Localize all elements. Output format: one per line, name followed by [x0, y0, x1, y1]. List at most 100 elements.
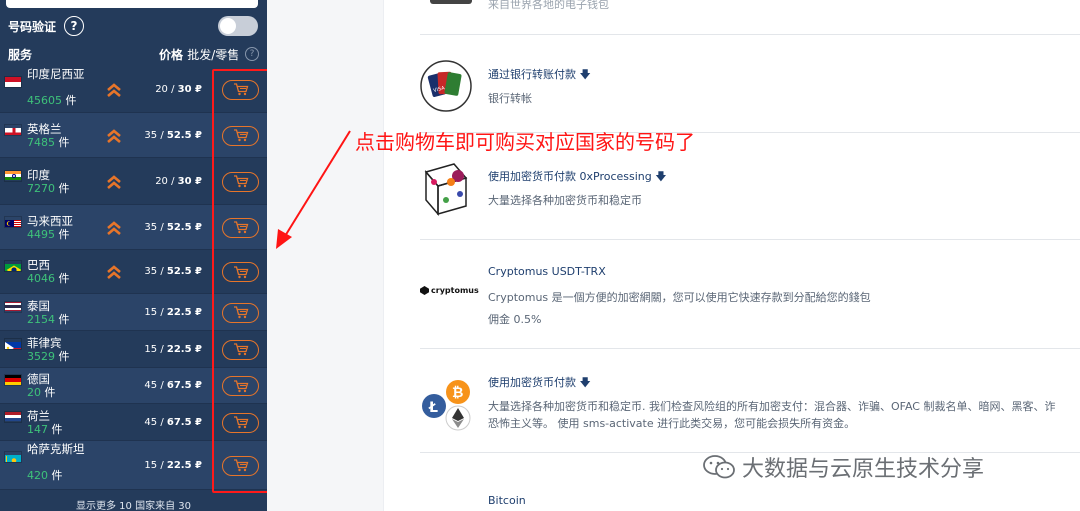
header-price-sub: 批发/零售 — [187, 48, 240, 62]
country-name: 菲律宾 — [27, 335, 62, 350]
price-retail: 52.5 ₽ — [166, 266, 202, 277]
bitcoin-payment-item[interactable]: Bitcoin — [420, 494, 1080, 511]
show-more-link[interactable]: 显示更多 10 国家来自 30 — [0, 497, 267, 511]
cryptomus-logo: cryptomus — [420, 286, 479, 295]
country-price: 20 / 30 ₽ — [140, 176, 202, 187]
count-number: 3529 — [27, 349, 55, 363]
country-row[interactable]: 哈萨克斯坦 420 件 15 / 22.5 ₽ — [0, 441, 267, 490]
oxprocessing-payment-item[interactable]: 使用加密货币付款 0xProcessing 🡇 大量选择各种加密货币和稳定币 — [420, 156, 1080, 220]
country-count: 4495 件 — [27, 228, 70, 241]
country-name: 哈萨克斯坦 — [27, 442, 85, 456]
svg-text:₿: ₿ — [452, 385, 463, 401]
crypto-coins-icon: ₿ Ł — [422, 380, 471, 431]
country-row[interactable]: 菲律宾 3529 件 15 / 22.5 ₽ — [0, 331, 267, 368]
double-chevron-up-icon — [106, 220, 122, 236]
help-icon[interactable]: ? — [64, 16, 85, 36]
flag-indonesia-icon — [4, 76, 22, 88]
count-unit: 件 — [55, 227, 70, 241]
country-row[interactable]: 德国 20 件 45 / 67.5 ₽ — [0, 368, 267, 404]
price-wholesale: 15 / — [144, 306, 167, 318]
country-price: 45 / 67.5 ₽ — [140, 417, 202, 428]
cryptomus-sub: Cryptomus 是一個方便的加密網關，您可以使用它快速存款到分配給您的錢包 — [488, 291, 871, 304]
flag-malaysia-icon — [4, 215, 22, 228]
shopping-cart-icon — [233, 83, 248, 96]
flag-philippines-icon — [4, 337, 22, 350]
divider — [420, 34, 1080, 35]
shopping-cart-icon — [233, 459, 248, 472]
price-help-icon[interactable]: ? — [245, 47, 259, 61]
bank-transfer-title-text: 通过银行转账付款 — [488, 68, 576, 81]
number-verify-row: 号码验证 ? — [8, 14, 260, 38]
buy-cart-button[interactable] — [222, 412, 259, 433]
count-number: 4495 — [27, 227, 55, 241]
buy-cart-button[interactable] — [222, 171, 259, 192]
flag-kazakhstan-icon — [4, 451, 22, 463]
oxprocessing-title-text: 使用加密货币付款 0xProcessing — [488, 170, 652, 183]
count-number: 147 — [27, 422, 48, 436]
country-price: 15 / 22.5 ₽ — [140, 460, 202, 471]
country-name: 德国 — [27, 372, 50, 386]
country-name: 印度尼西亚 — [27, 67, 85, 81]
country-price: 35 / 52.5 ₽ — [140, 130, 202, 141]
country-row[interactable]: 印度尼西亚 45605 件 20 / 30 ₽ — [0, 66, 267, 113]
buy-cart-button[interactable] — [222, 217, 259, 238]
double-chevron-up-icon — [106, 128, 122, 144]
count-number: 7485 — [27, 135, 55, 149]
country-row[interactable]: 英格兰 7485 件 35 / 52.5 ₽ — [0, 113, 267, 158]
country-price: 15 / 22.5 ₽ — [140, 307, 202, 318]
country-price: 15 / 22.5 ₽ — [140, 344, 202, 355]
buy-cart-button[interactable] — [222, 376, 259, 396]
price-retail: 67.5 ₽ — [166, 380, 202, 391]
divider — [420, 239, 1080, 240]
country-count: 7485 件 — [27, 136, 70, 149]
buy-cart-button[interactable] — [222, 339, 259, 360]
number-verify-toggle[interactable] — [218, 16, 258, 36]
country-name: 马来西亚 — [27, 213, 73, 228]
header-price-label: 价格 — [159, 48, 184, 62]
country-row[interactable]: 马来西亚 4495 件 35 / 52.5 ₽ — [0, 205, 267, 250]
ewallet-payment-item[interactable]: 来自世界各地的电子钱包 — [420, 0, 1080, 16]
header-service: 服务 — [8, 48, 33, 62]
ewallet-sub: 来自世界各地的电子钱包 — [488, 0, 609, 11]
search-input[interactable] — [6, 0, 258, 8]
country-name: 英格兰 — [27, 121, 62, 136]
country-price: 20 / 30 ₽ — [140, 84, 202, 95]
shopping-cart-icon — [233, 379, 248, 392]
flag-india-icon — [4, 169, 22, 182]
flag-thailand-icon — [4, 300, 22, 313]
price-wholesale: 15 / — [144, 343, 167, 355]
country-row[interactable]: 荷兰 147 件 45 / 67.5 ₽ — [0, 404, 267, 441]
cryptomus-payment-item[interactable]: cryptomus Cryptomus USDT-TRX Cryptomus 是… — [420, 262, 1080, 332]
header-price: 价格 批发/零售 — [159, 46, 239, 63]
payment-methods-panel: 来自世界各地的电子钱包 VISA 通过银行转账付款 🡇 银行转帐 使用加密货币付… — [267, 0, 1080, 511]
count-unit: 件 — [55, 135, 70, 149]
toggle-knob — [220, 18, 236, 34]
price-wholesale: 20 / — [155, 175, 178, 187]
buy-cart-button[interactable] — [222, 302, 259, 323]
download-arrow-icon: 🡇 — [579, 68, 591, 81]
shopping-cart-icon — [233, 175, 248, 188]
count-unit: 件 — [48, 469, 63, 482]
country-count: 3529 件 — [27, 350, 70, 363]
buy-cart-button[interactable] — [222, 455, 259, 476]
price-wholesale: 45 / — [144, 380, 167, 391]
crypto-payment-item[interactable]: ₿ Ł 使用加密货币付款 🡇 大量选择各种加密货币和稳定币. 我们检查风险组的所… — [420, 372, 1080, 442]
cryptomus-commission: 佣金 0.5% — [488, 313, 542, 326]
bank-transfer-payment-item[interactable]: VISA 通过银行转账付款 🡇 银行转帐 — [420, 60, 1080, 120]
country-name: 荷兰 — [27, 408, 50, 423]
country-row[interactable]: 印度 7270 件 20 / 30 ₽ — [0, 158, 267, 205]
buy-cart-button[interactable] — [222, 79, 259, 100]
bank-cards-icon: VISA — [420, 60, 472, 112]
wallet-icon — [430, 0, 472, 4]
count-number: 45605 — [27, 94, 62, 107]
shopping-cart-icon — [233, 221, 248, 234]
table-header: 服务 价格 批发/零售 ? — [8, 46, 260, 62]
price-wholesale: 35 / — [144, 266, 167, 277]
country-row[interactable]: 巴西 4046 件 35 / 52.5 ₽ — [0, 250, 267, 294]
flag-brazil-icon — [4, 260, 22, 272]
price-wholesale: 45 / — [144, 416, 167, 428]
buy-cart-button[interactable] — [222, 125, 259, 146]
country-row[interactable]: 泰国 2154 件 15 / 22.5 ₽ — [0, 294, 267, 331]
country-count: 45605 件 — [27, 94, 77, 107]
buy-cart-button[interactable] — [222, 262, 259, 282]
